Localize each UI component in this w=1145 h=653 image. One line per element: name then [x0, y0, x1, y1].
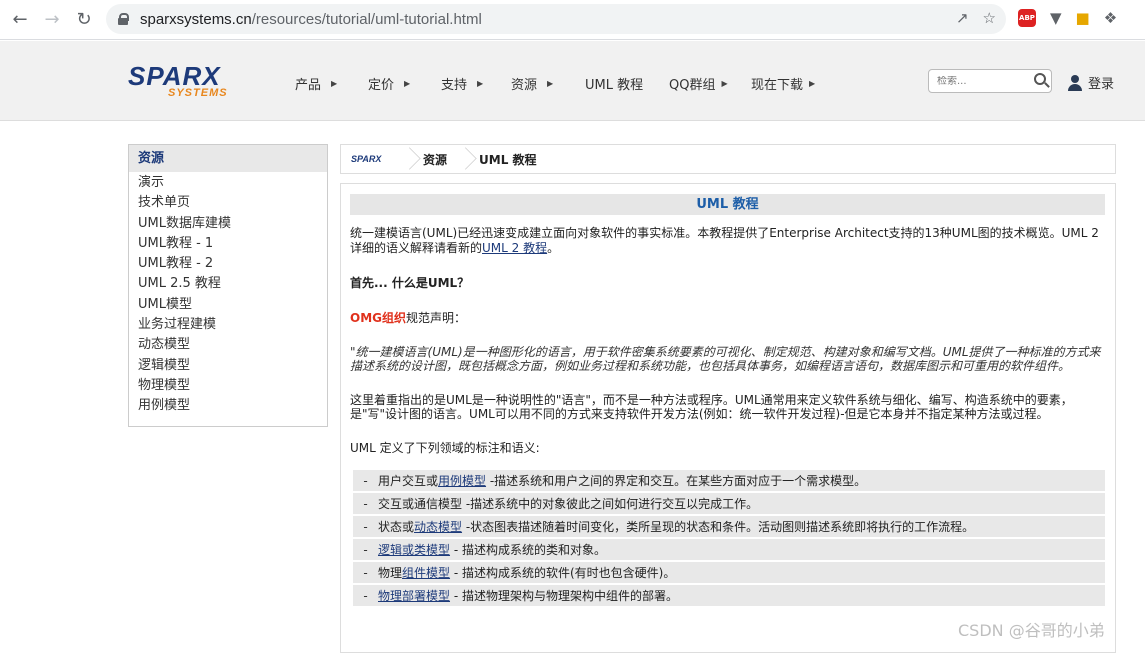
extension-app-icon[interactable]: ■: [1076, 9, 1090, 27]
caret-right-icon: ▶: [547, 79, 554, 88]
omg-link[interactable]: OMG组织: [350, 311, 406, 325]
sidebar-item-demo[interactable]: 演示: [129, 173, 327, 193]
list-item: - 物理组件模型 - 描述构成系统的软件(有时也包含硬件)。: [353, 562, 1105, 583]
uml-defines-heading: UML 定义了下列领域的标注和语义:: [350, 441, 540, 455]
lock-icon: [118, 13, 129, 25]
sidebar: 资源 演示 技术单页 UML数据库建模 UML教程 - 1 UML教程 - 2 …: [128, 144, 328, 427]
browser-toolbar: ← → ↻ sparxsystems.cn/resources/tutorial…: [0, 0, 1145, 40]
main-content: UML 教程 统一建模语言(UML)已经迅速变成建立面向对象软件的事实标准。本教…: [340, 183, 1116, 653]
logo-text: SPARX: [128, 61, 221, 91]
sidebar-item-use-case-model[interactable]: 用例模型: [129, 396, 327, 416]
sidebar-item-uml-tutorial-2[interactable]: UML教程 - 2: [129, 254, 327, 274]
breadcrumb-uml-tutorial: UML 教程: [479, 152, 537, 167]
sparx-logo[interactable]: SPARX SYSTEMS: [128, 63, 270, 101]
intro-paragraph: 统一建模语言(UML)已经迅速变成建立面向对象软件的事实标准。本教程提供了Ent…: [350, 226, 1099, 255]
deployment-model-link[interactable]: 物理部署模型: [378, 589, 450, 603]
logical-class-model-link[interactable]: 逻辑或类模型: [378, 543, 450, 557]
user-icon: [1068, 74, 1082, 91]
site-header: SPARX SYSTEMS 产品 ▶ 定价 ▶ 支持 ▶ 资源 ▶ UML 教程 QQ群…: [0, 41, 1145, 121]
dynamic-model-link[interactable]: 动态模型: [414, 520, 462, 534]
sidebar-item-uml-25-tutorial[interactable]: UML 2.5 教程: [129, 274, 327, 294]
sidebar-item-uml-models[interactable]: UML模型: [129, 295, 327, 315]
nav-item-pricing[interactable]: 定价 ▶: [368, 74, 441, 93]
list-item: - 用户交互或用例模型 -描述系统和用户之间的界定和交互。在某些方面对应于一个需…: [353, 470, 1105, 491]
nav-item-resources[interactable]: 资源 ▶: [511, 74, 585, 93]
component-model-link[interactable]: 组件模型: [402, 566, 450, 580]
nav-item-uml-tutorial[interactable]: UML 教程: [585, 74, 669, 93]
sidebar-item-tech-sheets[interactable]: 技术单页: [129, 193, 327, 213]
url-text: sparxsystems.cn/resources/tutorial/uml-t…: [140, 10, 482, 28]
search-input[interactable]: [937, 75, 1029, 87]
extensions-puzzle-icon[interactable]: ❖: [1104, 9, 1117, 27]
sidebar-item-business-process[interactable]: 业务过程建模: [129, 315, 327, 335]
omg-statement: OMG组织规范声明：: [350, 311, 467, 325]
breadcrumb-separator: [461, 144, 473, 174]
adblock-icon[interactable]: ABP: [1018, 9, 1036, 27]
nav-item-download[interactable]: 现在下载 ▶: [751, 74, 815, 93]
forward-arrow-icon[interactable]: →: [36, 4, 68, 36]
uml2-tutorial-link[interactable]: UML 2 教程: [482, 241, 547, 255]
login-link[interactable]: 登录: [1068, 73, 1114, 92]
page-title: UML 教程: [350, 194, 1105, 215]
list-item: - 状态或动态模型 -状态图表描述随着时间变化，类所呈现的状态和条件。活动图则描…: [353, 516, 1105, 537]
breadcrumb: SPARX 资源 UML 教程: [340, 144, 1116, 174]
sidebar-item-uml-db-modeling[interactable]: UML数据库建模: [129, 214, 327, 234]
use-case-model-link[interactable]: 用例模型: [438, 474, 486, 488]
caret-right-icon: ▶: [477, 79, 484, 88]
back-arrow-icon[interactable]: ←: [4, 4, 36, 36]
share-icon[interactable]: ↗: [956, 9, 969, 27]
sidebar-item-logical-model[interactable]: 逻辑模型: [129, 356, 327, 376]
what-is-uml-heading: 首先... 什么是UML？: [350, 276, 470, 290]
vue-devtools-icon[interactable]: ▼: [1050, 9, 1062, 27]
address-bar[interactable]: sparxsystems.cn/resources/tutorial/uml-t…: [106, 4, 1006, 34]
uml-areas-list: - 用户交互或用例模型 -描述系统和用户之间的界定和交互。在某些方面对应于一个需…: [350, 470, 1105, 606]
nav-item-support[interactable]: 支持 ▶: [441, 74, 511, 93]
sidebar-heading: 资源: [129, 145, 327, 172]
main-nav: 产品 ▶ 定价 ▶ 支持 ▶ 资源 ▶ UML 教程 QQ群组 ▶ 现在下载 ▶: [295, 74, 815, 93]
login-label: 登录: [1088, 77, 1115, 92]
csdn-watermark: CSDN @谷哥的小弟: [958, 621, 1105, 640]
nav-item-qq-group[interactable]: QQ群组 ▶: [669, 74, 751, 93]
list-item: - 逻辑或类模型 - 描述构成系统的类和对象。: [353, 539, 1105, 560]
explanation-paragraph: 这里着重指出的是UML是一种说明性的"语言"，而不是一种方法或程序。UML通常用…: [350, 393, 1073, 421]
caret-right-icon: ▶: [404, 79, 411, 88]
nav-item-products[interactable]: 产品 ▶: [295, 74, 368, 93]
reload-icon[interactable]: ↻: [68, 4, 100, 36]
caret-right-icon: ▶: [721, 79, 728, 88]
search-icon[interactable]: [1034, 73, 1046, 85]
site-search: [928, 69, 1052, 93]
caret-right-icon: ▶: [809, 79, 816, 88]
bookmark-star-icon[interactable]: ☆: [983, 9, 996, 27]
sidebar-item-uml-tutorial-1[interactable]: UML教程 - 1: [129, 234, 327, 254]
sidebar-item-dynamic-model[interactable]: 动态模型: [129, 335, 327, 355]
caret-right-icon: ▶: [331, 79, 338, 88]
breadcrumb-home-logo[interactable]: SPARX: [341, 145, 405, 173]
logo-subtext: SYSTEMS: [168, 87, 228, 99]
sidebar-item-physical-model[interactable]: 物理模型: [129, 376, 327, 396]
breadcrumb-separator: [405, 144, 417, 174]
list-item: - 物理部署模型 - 描述物理架构与物理架构中组件的部署。: [353, 585, 1105, 606]
uml-definition-quote: "统一建模语言(UML)是一种图形化的语言，用于软件密集系统要素的可视化、制定规…: [350, 345, 1101, 373]
list-item: - 交互或通信模型 -描述系统中的对象彼此之间如何进行交互以完成工作。: [353, 493, 1105, 514]
